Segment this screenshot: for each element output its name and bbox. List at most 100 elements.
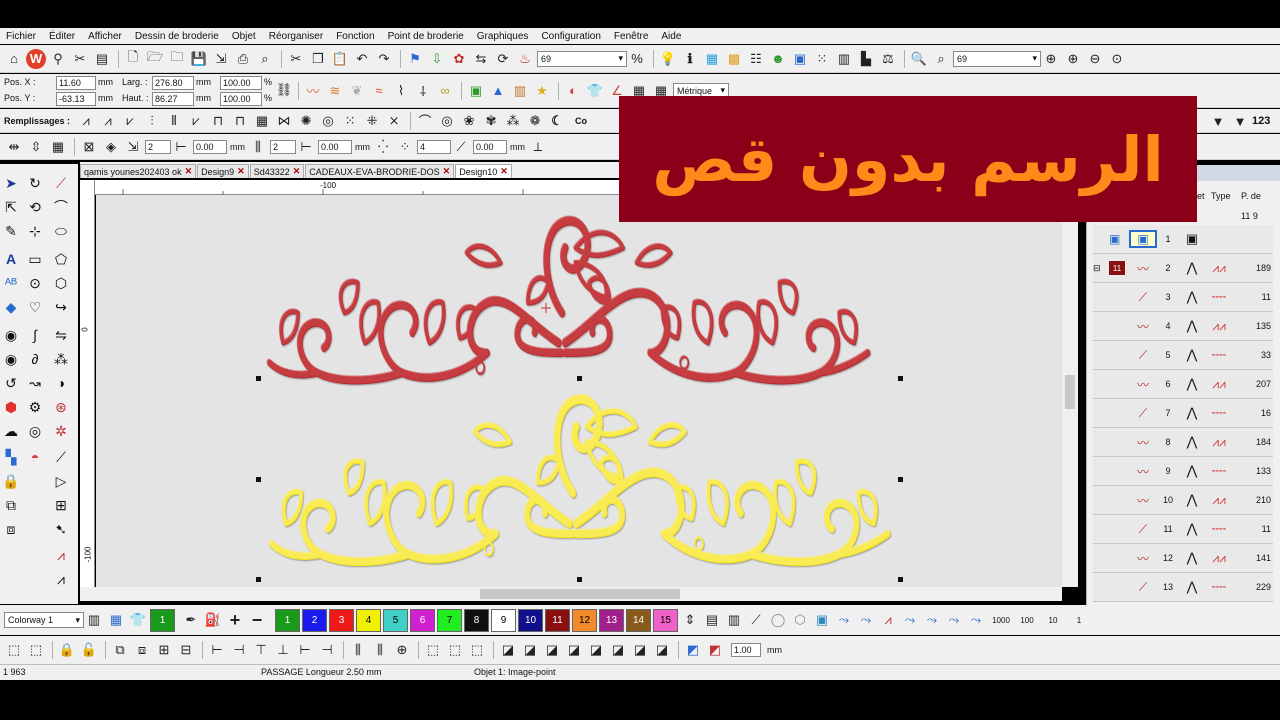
curve-icon[interactable]: ↪	[50, 296, 72, 318]
zoom-box-icon[interactable]: ⌕	[931, 49, 951, 69]
object-row[interactable]: ⟋ 7 ⋀ ╌╌ 16	[1093, 399, 1273, 428]
shrink-icon[interactable]: ⇲	[123, 137, 143, 157]
circle-solid-icon[interactable]: ◉	[0, 324, 22, 346]
color-swatch[interactable]: 5	[383, 608, 408, 632]
stack-icon[interactable]: ⧉	[0, 494, 22, 516]
home-icon[interactable]: ⌂	[4, 49, 24, 69]
select-box-icon[interactable]: ⬚	[4, 640, 24, 660]
graph-icon[interactable]: ⟋	[50, 446, 72, 468]
horizontal-scrollbar[interactable]	[80, 587, 1062, 601]
wilcom-logo-icon[interactable]: W	[26, 48, 46, 69]
fill-bucket-icon[interactable]: ⛽	[203, 610, 223, 630]
paste-icon[interactable]: 📋	[330, 49, 350, 69]
fill-pattern-1-icon[interactable]: ⩘	[76, 111, 96, 131]
group-icon[interactable]: ⧉	[110, 640, 130, 660]
color-swatch[interactable]: 15	[653, 608, 678, 632]
column-icon[interactable]: ⫼	[248, 137, 268, 157]
space-even-icon[interactable]: ⫼	[348, 640, 368, 660]
menu-graphiques[interactable]: Graphiques	[477, 31, 529, 42]
lock-icon[interactable]: 🔒	[0, 470, 22, 492]
triangle-down-2-icon[interactable]: ▼	[1230, 111, 1250, 131]
red-embroidery-motif[interactable]	[269, 220, 868, 380]
pencil-icon[interactable]: ✎	[0, 220, 22, 242]
shape-2-icon[interactable]: ◪	[520, 640, 540, 660]
bbox-2-icon[interactable]: ⬚	[445, 640, 465, 660]
rectangle-icon[interactable]: ▭	[24, 248, 46, 270]
color-swatch[interactable]: 12	[572, 608, 597, 632]
object-row[interactable]: ⟋ 13 ⋀ ╌╌ 229	[1093, 573, 1273, 602]
zigzag-red-icon[interactable]: ⩘	[50, 544, 72, 566]
tab-cadeaux[interactable]: CADEAUX-EVA-BRODRIE-DOS ✕	[305, 164, 455, 178]
align-bar-icon[interactable]: ⊢	[171, 137, 191, 157]
circle-gray-icon[interactable]: ◯	[768, 610, 788, 630]
fill-pattern-18-icon[interactable]: ❀	[459, 111, 479, 131]
fabric-roll-icon[interactable]: ▥	[510, 81, 530, 101]
new-file-icon[interactable]: 🗋	[123, 49, 143, 69]
grid-select-icon[interactable]: ⊞	[50, 494, 72, 516]
object-row[interactable]: ⟋ 3 ⋀ ╌╌ 11	[1093, 283, 1273, 312]
travel-6-icon[interactable]: ⤳	[944, 610, 964, 630]
fill-effect-icon[interactable]: ≈	[369, 81, 389, 101]
object-row[interactable]: ⟋ 11 ⋀ ╌╌ 11	[1093, 515, 1273, 544]
play-icon[interactable]: ▷	[50, 470, 72, 492]
puzzle-icon[interactable]: ⚙	[24, 396, 46, 418]
text-icon[interactable]: A	[0, 248, 22, 270]
fill-pattern-5-icon[interactable]: ⦀	[164, 111, 184, 131]
spin-2b-field[interactable]: 2	[270, 139, 296, 154]
open-folder-icon[interactable]: 🗁	[145, 49, 165, 69]
bulb-icon[interactable]: 💡	[658, 49, 678, 69]
shape-1-icon[interactable]: ◪	[498, 640, 518, 660]
knife-icon[interactable]: ⟋	[50, 172, 72, 194]
target-icon[interactable]: ⊛	[50, 396, 72, 418]
cross-box-icon[interactable]: ⊠	[79, 137, 99, 157]
shape-3-icon[interactable]: ◪	[542, 640, 562, 660]
eyedropper-icon[interactable]: ✒	[181, 610, 201, 630]
grid-color-icon[interactable]: ▦	[702, 49, 722, 69]
yellow-embroidery-motif[interactable]	[271, 398, 888, 562]
oval-icon[interactable]: ⬭	[50, 220, 72, 242]
color-shape-2-icon[interactable]: ◩	[705, 640, 725, 660]
info-icon[interactable]: ℹ	[680, 49, 700, 69]
object-row[interactable]: ▣ ▣ 1 ▣	[1093, 225, 1273, 254]
bbox-icon[interactable]: ⬚	[423, 640, 443, 660]
object-row[interactable]: 〰 4 ⋀ ⩘⩘ 135	[1093, 312, 1273, 341]
menu-fichier[interactable]: Fichier	[6, 31, 36, 42]
align-bottom-icon[interactable]: ⊣	[317, 640, 337, 660]
stamp-icon[interactable]: ⚖	[878, 49, 898, 69]
stitch-player-icon[interactable]: ⚑	[405, 49, 425, 69]
pos-y-field[interactable]: -63.13	[56, 91, 96, 106]
color-swatch[interactable]: 7	[437, 608, 462, 632]
rotate-icon[interactable]: ⟲	[24, 196, 46, 218]
shape-8-icon[interactable]: ◪	[652, 640, 672, 660]
run-stitch-icon[interactable]: ∫	[24, 324, 46, 346]
tab-design9[interactable]: Design9 ✕	[197, 164, 249, 178]
fill-pattern-11-icon[interactable]: ✺	[296, 111, 316, 131]
bezier-icon[interactable]: ↝	[24, 372, 46, 394]
travel-2-icon[interactable]: ⤳	[856, 610, 876, 630]
design-canvas[interactable]	[96, 195, 1062, 587]
unlock-object-icon[interactable]: 🔓	[79, 640, 99, 660]
gear-red-icon[interactable]: ✲	[50, 420, 72, 442]
zoom-1-1-icon[interactable]: ⊙	[1107, 49, 1127, 69]
step-100-label[interactable]: 100	[1014, 616, 1040, 625]
close-icon[interactable]: ✕	[293, 166, 301, 177]
mirror-icon[interactable]: ⇋	[50, 324, 72, 346]
stitch-sim-icon[interactable]: ♨	[515, 49, 535, 69]
combine-icon[interactable]: ⊞	[154, 640, 174, 660]
tab-qamis[interactable]: qamis younes202403 ok ✕	[80, 164, 197, 178]
select-box-2-icon[interactable]: ⬚	[26, 640, 46, 660]
diagonal-icon[interactable]: ⟋	[451, 137, 471, 157]
needle-icon[interactable]: ⸸	[413, 81, 433, 101]
cube-icon[interactable]: ⬡	[790, 610, 810, 630]
lock-object-icon[interactable]: 🔒	[57, 640, 77, 660]
menu-editer[interactable]: Éditer	[49, 31, 75, 42]
color-swatch[interactable]: 6	[410, 608, 435, 632]
shell-icon[interactable]: ◓	[24, 446, 46, 468]
polygon-icon[interactable]: ⬡	[50, 272, 72, 294]
fill-grid-icon[interactable]: ▦	[48, 137, 68, 157]
menu-fonction[interactable]: Fonction	[336, 31, 374, 42]
step-1000-label[interactable]: 1000	[988, 616, 1014, 625]
fabric-icon[interactable]: ▥	[834, 49, 854, 69]
object-row[interactable]: 〰 6 ⋀ ⩘⩘ 207	[1093, 370, 1273, 399]
color-film-icon[interactable]: ✿	[449, 49, 469, 69]
